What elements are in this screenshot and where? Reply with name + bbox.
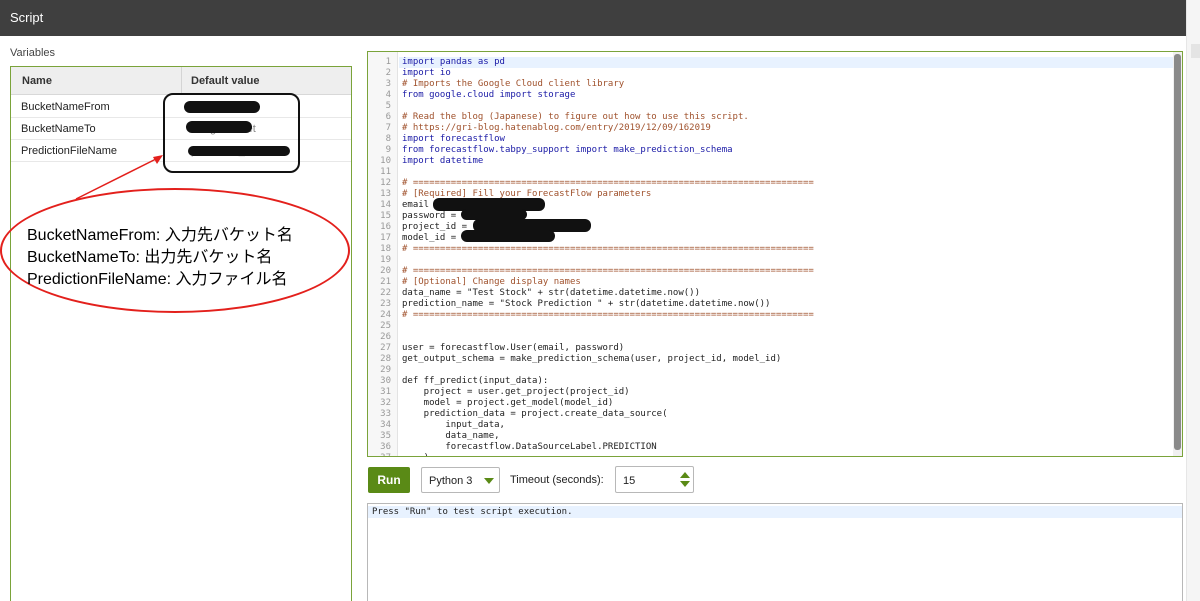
code-line: prediction_data = project.create_data_so… (402, 409, 668, 419)
code-line: import forecastflow (402, 134, 505, 144)
language-select-value: Python 3 (429, 475, 473, 487)
line-number: 29 (380, 365, 391, 375)
line-number: 16 (380, 222, 391, 232)
timeout-label: Timeout (seconds): (510, 474, 604, 486)
code-line: project = user.get_project(project_id) (402, 387, 630, 397)
code-line: # Imports the Google Cloud client librar… (402, 79, 625, 89)
line-number: 13 (380, 189, 391, 199)
line-number: 2 (385, 68, 391, 78)
line-number: 4 (385, 90, 391, 100)
line-number: 21 (380, 277, 391, 287)
line-number: 28 (380, 354, 391, 364)
line-number: 19 (380, 255, 391, 265)
annotation-line: PredictionFileName: 入力ファイル名 (27, 271, 288, 288)
editor-scrollbar[interactable] (1173, 52, 1182, 456)
line-number: 20 (380, 266, 391, 276)
timeout-value[interactable]: 15 (623, 475, 635, 487)
line-number: 36 (380, 442, 391, 452)
line-number: 8 (385, 134, 391, 144)
line-number-gutter: 1 2 3 4 5 6 7 8 9 10 11 12 13 14 15 16 1… (368, 52, 398, 456)
line-number: 14 (380, 200, 391, 210)
line-number: 25 (380, 321, 391, 331)
code-line: user = forecastflow.User(email, password… (402, 343, 625, 353)
code-editor[interactable]: 1 2 3 4 5 6 7 8 9 10 11 12 13 14 15 16 1… (367, 51, 1183, 457)
code-line: # ======================================… (402, 178, 814, 188)
chevron-down-icon (484, 478, 494, 484)
line-number: 11 (380, 167, 391, 177)
line-number: 32 (380, 398, 391, 408)
line-number: 30 (380, 376, 391, 386)
code-line: # https://gri-blog.hatenablog.com/entry/… (402, 123, 711, 133)
run-button[interactable]: Run (368, 467, 410, 493)
code-line: # [Optional] Change display names (402, 277, 581, 287)
language-select[interactable]: Python 3 (421, 467, 500, 493)
line-number: 33 (380, 409, 391, 419)
code-line: prediction_name = "Stock Prediction " + … (402, 299, 771, 309)
scrollbar-thumb[interactable] (1174, 54, 1181, 450)
line-number: 10 (380, 156, 391, 166)
code-line: password = " (402, 211, 468, 221)
code-line: # ======================================… (402, 266, 814, 276)
code-line: def ff_predict(input_data): (402, 376, 549, 386)
code-line: # Read the blog (Japanese) to figure out… (402, 112, 749, 122)
line-number: 22 (380, 288, 391, 298)
line-number: 6 (385, 112, 391, 122)
stepper-down-icon[interactable] (680, 481, 690, 487)
code-line: input_data, (402, 420, 505, 430)
line-number: 5 (385, 101, 391, 111)
line-number: 26 (380, 332, 391, 342)
code-line: model_id = " (402, 233, 468, 243)
line-number: 12 (380, 178, 391, 188)
annotation-line: BucketNameFrom: 入力先バケット名 (27, 227, 293, 244)
line-number: 15 (380, 211, 391, 221)
code-line: get_output_schema = make_prediction_sche… (402, 354, 782, 364)
line-number: 18 (380, 244, 391, 254)
line-number: 37 (368, 453, 391, 456)
script-editor-window: Script Variables Name Default value Buck… (0, 0, 1200, 601)
output-message: Press "Run" to test script execution. (372, 507, 573, 517)
code-line: import io (402, 68, 451, 78)
code-line: data_name = "Test Stock" + str(datetime.… (402, 288, 701, 298)
current-line-highlight (399, 57, 1173, 68)
line-number: 31 (380, 387, 391, 397)
line-number: 1 (385, 57, 391, 67)
code-line: ) (402, 453, 429, 456)
code-line: import pandas as pd (402, 57, 505, 67)
code-line: forecastflow.DataSourceLabel.PREDICTION (402, 442, 657, 452)
line-number: 7 (385, 123, 391, 133)
code-text-area[interactable]: import pandas as pd import io # Imports … (399, 52, 1173, 456)
code-line: from google.cloud import storage (402, 90, 576, 100)
code-line: from forecastflow.tabpy_support import m… (402, 145, 733, 155)
redaction-mark (461, 230, 555, 242)
code-line: model = project.get_model(model_id) (402, 398, 614, 408)
line-number: 35 (380, 431, 391, 441)
line-number: 17 (380, 233, 391, 243)
line-number: 23 (380, 299, 391, 309)
line-number: 34 (380, 420, 391, 430)
code-line: # ======================================… (402, 244, 814, 254)
code-line: data_name, (402, 431, 500, 441)
line-number: 3 (385, 79, 391, 89)
output-console[interactable]: Press "Run" to test script execution. (367, 503, 1183, 601)
code-line: import datetime (402, 156, 484, 166)
line-number: 9 (385, 145, 391, 155)
timeout-input[interactable]: 15 (615, 466, 694, 493)
stepper-up-icon[interactable] (680, 472, 690, 478)
line-number: 24 (380, 310, 391, 320)
line-number: 27 (380, 343, 391, 353)
annotation-line: BucketNameTo: 出力先バケット名 (27, 249, 273, 266)
code-line: # ======================================… (402, 310, 814, 320)
